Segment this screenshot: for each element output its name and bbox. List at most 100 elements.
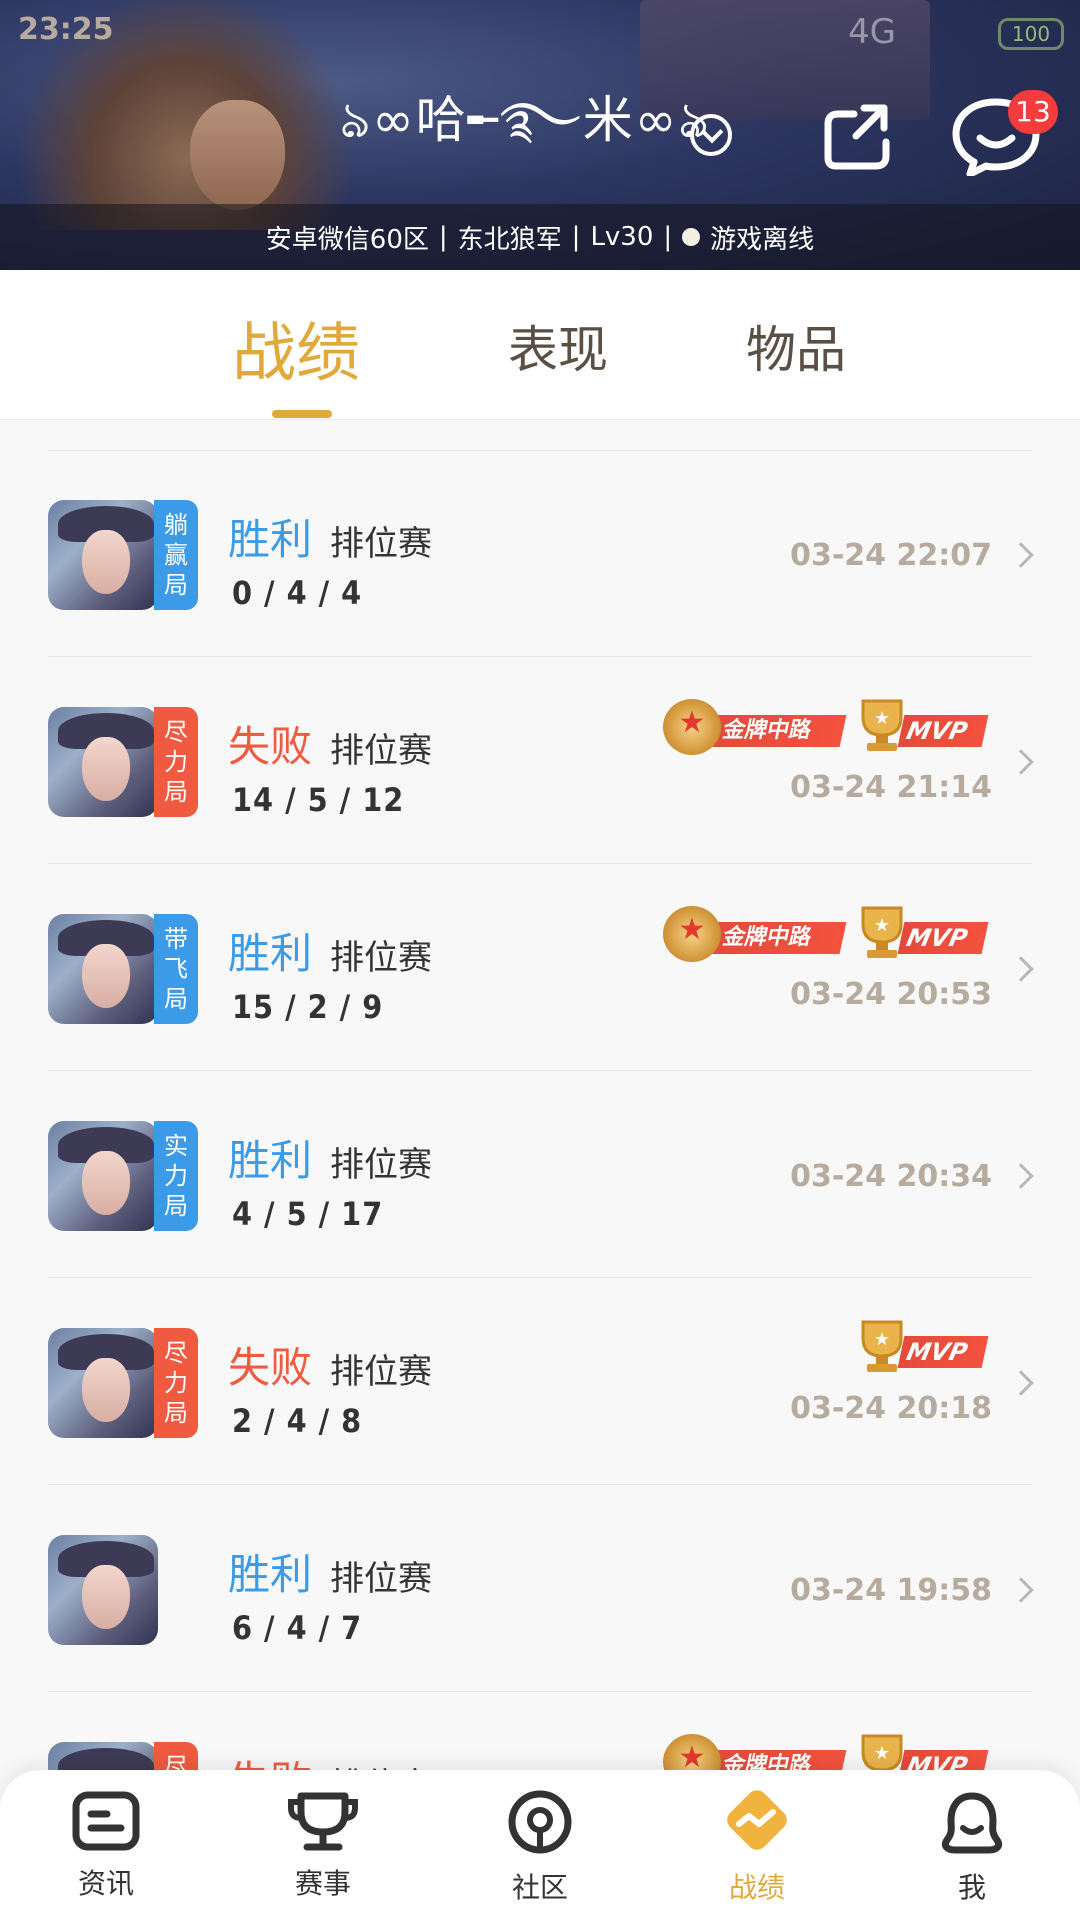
match-mode: 排位赛 (330, 1758, 432, 1770)
kda-score: 4 / 5 / 17 (232, 1195, 384, 1233)
nav-label: 社区 (511, 1871, 568, 1904)
match-result: 胜利 (228, 1550, 313, 1599)
trophy-icon: ★ (861, 1734, 903, 1770)
match-mode: 排位赛 (330, 731, 432, 771)
mvp-label: MVP (897, 715, 989, 747)
chevron-right-icon[interactable] (1008, 542, 1034, 568)
nav-label: 我 (957, 1871, 986, 1904)
match-mode: 排位赛 (330, 1145, 432, 1185)
match-time: 03-24 20:34 (790, 1159, 992, 1194)
match-row[interactable]: 尽尽 失败 排位赛 金牌中路 MVP ★ (0, 1692, 1080, 1770)
server-label: 安卓微信60区 (265, 224, 429, 255)
kda-score: 0 / 4 / 4 (232, 574, 363, 612)
nav-events[interactable]: 赛事 (263, 1790, 383, 1915)
status-time: 23:25 (18, 12, 114, 47)
match-mode: 排位赛 (330, 938, 432, 978)
match-result: 失败 (228, 722, 313, 771)
match-list[interactable]: 躺赢局躺赢局胜利排位赛0 / 4 / 403-24 22:07尽力局尽力局失败排… (0, 420, 1080, 1770)
match-row[interactable]: 胜利 排位赛 6 / 4 / 7 03-24 19:58 (0, 1485, 1080, 1692)
mvp-medal: MVP ★ (855, 1318, 989, 1376)
status-bar: 23:25 4G 100 (0, 0, 1080, 66)
share-icon[interactable] (820, 100, 896, 172)
hero-avatar (48, 1328, 158, 1438)
message-badge: 13 (1008, 90, 1058, 134)
nav-news[interactable]: 资讯 (46, 1790, 166, 1915)
battery-icon: 100 (998, 18, 1064, 50)
nav-community[interactable]: 社区 (480, 1790, 600, 1915)
mvp-label: MVP (897, 922, 989, 954)
trophy-icon: ★ (861, 906, 903, 958)
trophy-icon: ★ (861, 1320, 903, 1372)
match-time: 03-24 20:18 (790, 1391, 992, 1426)
player-nickname[interactable]: ঌ∞哈╾࿐米∞ঌ (340, 91, 711, 170)
match-row[interactable]: 实力局实力局胜利排位赛 4 / 5 / 17 03-24 20:34 (0, 1071, 1080, 1278)
nav-label: 赛事 (294, 1867, 351, 1900)
tab-record[interactable]: 战绩 (232, 302, 360, 394)
gold-mid-medal: 金牌中路 (663, 697, 848, 755)
trophy-icon: ★ (861, 699, 903, 751)
hero-avatar (48, 1535, 158, 1645)
tab-items[interactable]: 物品 (746, 310, 846, 382)
medal-label: 金牌中路 (709, 715, 847, 747)
match-time: 03-24 22:07 (790, 538, 992, 573)
hero-avatar (48, 1742, 158, 1770)
active-tab-indicator (272, 410, 332, 418)
separator: | (571, 222, 581, 252)
match-mode: 排位赛 (330, 524, 432, 564)
gold-mid-medal: 金牌中路 (663, 1732, 848, 1770)
community-icon (508, 1790, 572, 1854)
chevron-right-icon[interactable] (1008, 1370, 1034, 1396)
medal-label: 金牌中路 (709, 1750, 847, 1770)
hero-avatar (48, 1121, 158, 1231)
kda-score: 15 / 2 / 9 (232, 988, 384, 1026)
medal-label: 金牌中路 (709, 922, 847, 954)
trophy-icon (288, 1792, 358, 1851)
chevron-right-icon[interactable] (1008, 956, 1034, 982)
match-time: 03-24 20:53 (790, 977, 992, 1012)
match-result: 失败 (228, 1748, 312, 1770)
match-tag: 尽力局尽力局 (154, 1328, 198, 1438)
mvp-medal: MVP ★ (855, 904, 989, 962)
svg-text:★: ★ (874, 1743, 890, 1764)
tab-performance[interactable]: 表现 (508, 310, 608, 382)
hero-avatar (48, 914, 158, 1024)
chevron-right-icon[interactable] (1008, 1577, 1034, 1603)
profile-icon (941, 1792, 1003, 1854)
match-result: 失败 (228, 1343, 313, 1392)
news-icon (72, 1791, 140, 1851)
svg-text:★: ★ (874, 915, 890, 936)
match-result: 胜利 (228, 515, 313, 564)
kda-score: 6 / 4 / 7 (232, 1609, 363, 1647)
match-row[interactable]: 带飞局带飞局胜利排位赛 15 / 2 / 9 金牌中路 MVP ★ 03-24 20:53 (0, 864, 1080, 1071)
match-result: 胜利 (228, 1136, 313, 1185)
mvp-medal: MVP ★ (855, 1732, 989, 1770)
profile-header: 23:25 4G 100 ঌ∞哈╾࿐米∞ঌ 13 安卓微信60区 | 东北狼军 … (0, 0, 1080, 270)
hero-avatar (48, 500, 158, 610)
nav-label: 战绩 (728, 1871, 785, 1904)
chevron-down-icon[interactable] (690, 114, 732, 156)
level-label: Lv30 (590, 222, 654, 252)
rank-title: 东北狼军 (457, 224, 562, 255)
medal-icon (663, 699, 721, 755)
match-result: 胜利 (228, 929, 313, 978)
mvp-label: MVP (897, 1336, 989, 1368)
tab-bar: 战绩 表现 物品 (0, 270, 1080, 420)
separator: | (438, 222, 448, 252)
network-indicator: 4G (848, 12, 896, 52)
chevron-right-icon[interactable] (1008, 1163, 1034, 1189)
match-row[interactable]: 尽力局尽力局失败排位赛 2 / 4 / 8 MVP ★ 03-24 20:18 (0, 1278, 1080, 1485)
match-row[interactable]: 躺赢局躺赢局胜利排位赛 0 / 4 / 4 03-24 22:07 (0, 450, 1080, 657)
nav-record[interactable]: 战绩 (697, 1790, 817, 1915)
game-status: 游戏离线 (710, 224, 815, 255)
nav-profile[interactable]: 我 (912, 1790, 1032, 1915)
match-row[interactable]: 尽力局尽力局失败排位赛 14 / 5 / 12 金牌中路 MVP ★ 03-24 21:1… (0, 657, 1080, 864)
match-tag: 尽尽 (154, 1742, 198, 1770)
chevron-right-icon[interactable] (1008, 749, 1034, 775)
medal-icon (663, 1734, 721, 1770)
match-time: 03-24 21:14 (790, 770, 992, 805)
match-mode: 排位赛 (330, 1559, 432, 1599)
match-tag: 尽力局尽力局 (154, 707, 198, 817)
kda-score: 2 / 4 / 8 (232, 1402, 363, 1440)
record-icon (727, 1790, 787, 1850)
svg-text:★: ★ (874, 1329, 890, 1350)
